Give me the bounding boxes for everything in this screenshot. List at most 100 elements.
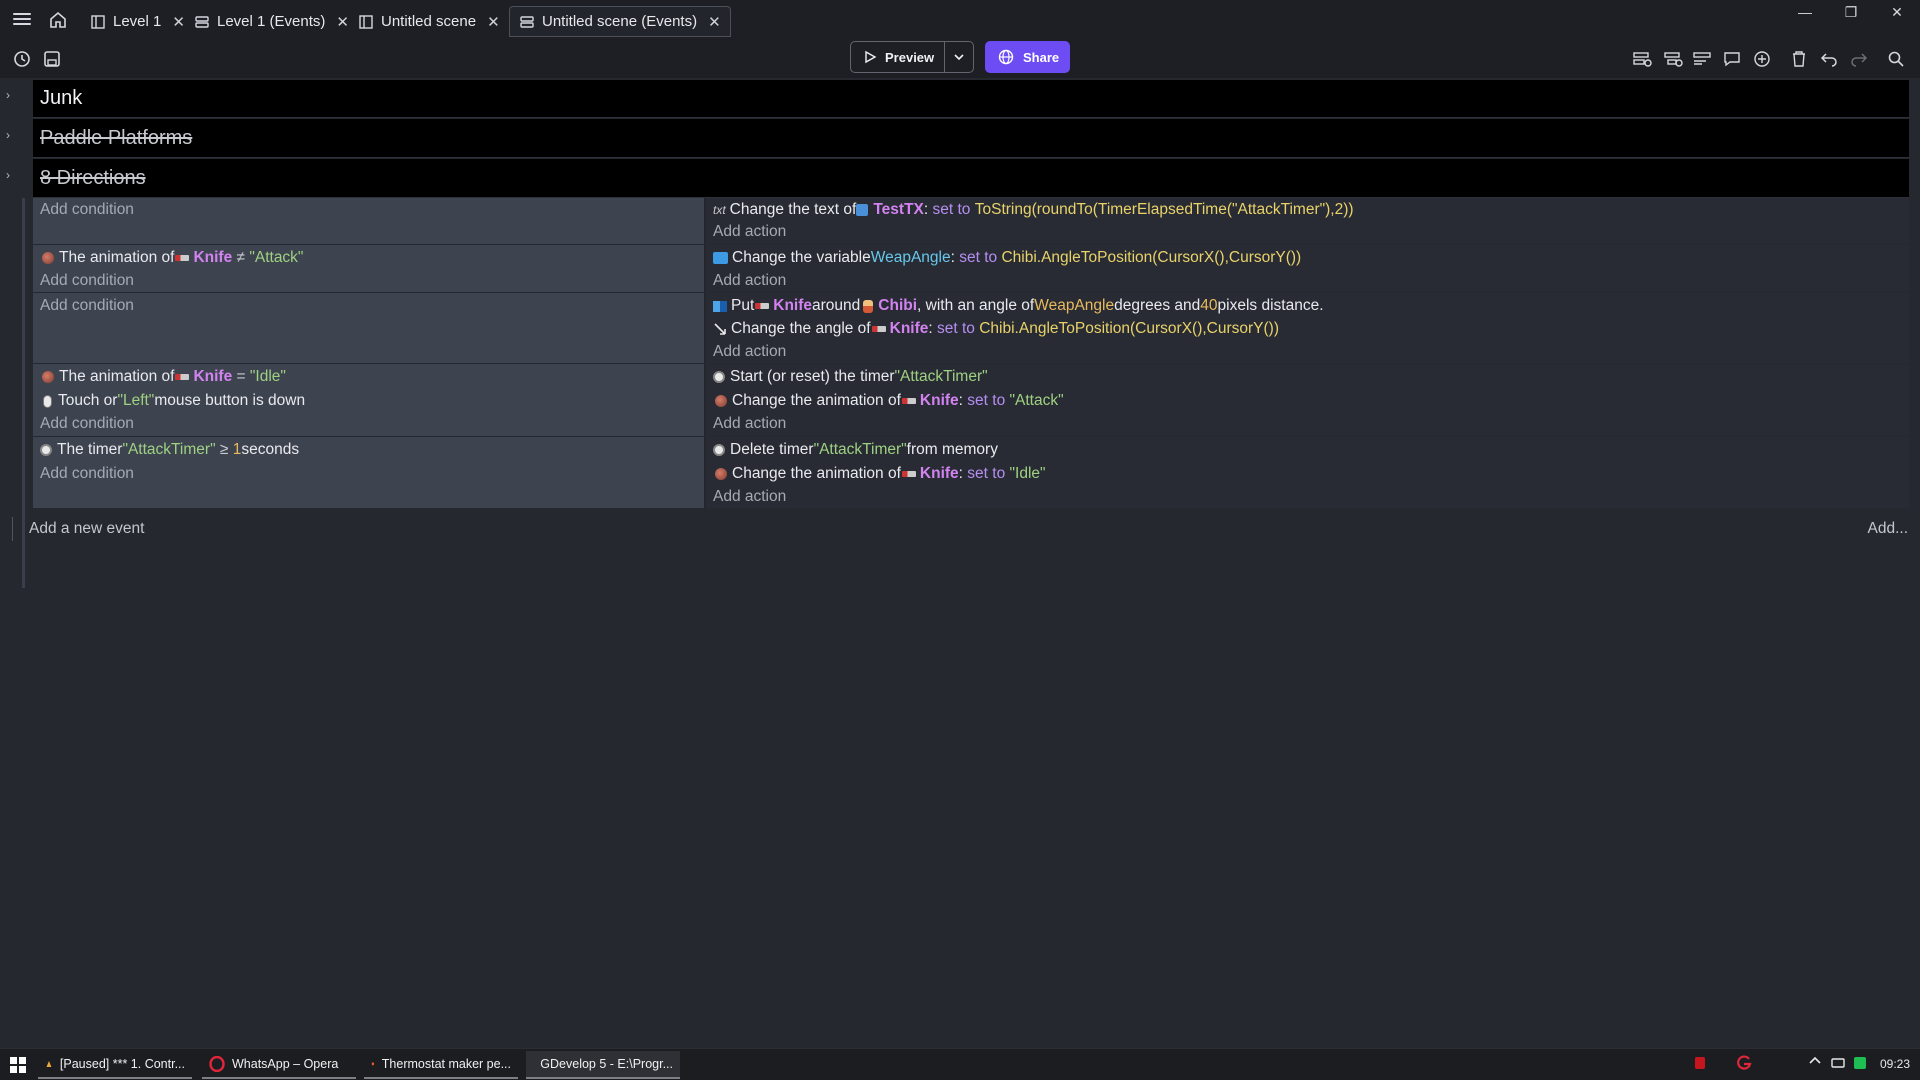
- search-icon[interactable]: [1884, 47, 1908, 71]
- chevron-right-icon[interactable]: ›: [6, 168, 18, 182]
- taskbar-item-gdevelop[interactable]: GDevelop 5 - E:\Progr...: [526, 1051, 680, 1079]
- close-icon[interactable]: ✕: [487, 13, 500, 31]
- windows-start-icon[interactable]: [10, 1057, 26, 1078]
- tab-untitled-scene[interactable]: Untitled scene ✕: [348, 6, 510, 37]
- add-condition-link[interactable]: Add condition: [40, 463, 134, 485]
- tray-gdevelop-icon[interactable]: [1736, 1055, 1752, 1074]
- tab-level-1-events[interactable]: Level 1 (Events) ✕: [184, 6, 359, 37]
- add-circle-icon[interactable]: [1750, 47, 1774, 71]
- group-title: Junk: [40, 87, 83, 109]
- conditions-column: The timer "AttackTimer" ≥ 1 seconds Add …: [33, 437, 706, 508]
- action-change-animation-idle[interactable]: Change the animation of Knife : set to "…: [713, 463, 1046, 485]
- knife-sprite-icon: [871, 326, 886, 332]
- close-icon[interactable]: ✕: [708, 13, 721, 31]
- add-condition-link[interactable]: Add condition: [40, 295, 134, 317]
- preview-label: Preview: [885, 49, 935, 65]
- event-row-2[interactable]: The animation of Knife ≠ "Attack" Add co…: [33, 245, 1909, 292]
- chevron-right-icon[interactable]: ›: [6, 88, 18, 102]
- save-icon[interactable]: [40, 47, 64, 71]
- action-change-variable[interactable]: Change the variable WeapAngle : set to C…: [713, 247, 1301, 269]
- restore-icon[interactable]: ❐: [1828, 0, 1874, 24]
- tray-antivirus-icon[interactable]: [1692, 1055, 1708, 1074]
- tray-battery-icon[interactable]: [1852, 1055, 1868, 1074]
- action-change-animation-attack[interactable]: Change the animation of Knife : set to "…: [713, 390, 1064, 412]
- tab-untitled-scene-events[interactable]: Untitled scene (Events) ✕: [509, 6, 731, 37]
- taskbar-item-opera[interactable]: WhatsApp – Opera: [202, 1051, 356, 1079]
- text-object-icon: [856, 204, 869, 216]
- minimize-icon[interactable]: —: [1782, 0, 1828, 24]
- angle-icon: [714, 323, 726, 335]
- action-start-timer[interactable]: Start (or reset) the timer "AttackTimer": [713, 366, 988, 388]
- condition-timer-elapsed[interactable]: The timer "AttackTimer" ≥ 1 seconds: [40, 439, 299, 461]
- knife-sprite-icon: [901, 398, 916, 404]
- add-condition-link[interactable]: Add condition: [40, 199, 134, 221]
- tab-level-1[interactable]: Level 1 ✕: [80, 6, 195, 37]
- chevron-right-icon[interactable]: ›: [6, 128, 18, 142]
- home-tab-button[interactable]: [44, 6, 72, 34]
- taskbar-clock[interactable]: 09:23: [1880, 1057, 1910, 1071]
- action-change-angle[interactable]: Change the angle of Knife : set to Chibi…: [713, 318, 1279, 340]
- preview-dropdown-button[interactable]: [944, 42, 973, 72]
- text-action-icon: txt: [713, 203, 726, 217]
- add-action-link[interactable]: Add action: [713, 341, 786, 363]
- position-icon: [713, 300, 727, 312]
- redo-icon[interactable]: [1847, 47, 1871, 71]
- hamburger-menu-icon[interactable]: [10, 10, 34, 30]
- animation-icon: [42, 252, 54, 264]
- tab-label: Untitled scene (Events): [542, 13, 698, 30]
- preview-button[interactable]: Preview: [851, 42, 944, 72]
- timer-icon: [40, 444, 52, 456]
- add-action-link[interactable]: Add action: [713, 270, 786, 292]
- taskbar-item-media[interactable]: [Paused] *** 1. Contr...: [38, 1051, 192, 1079]
- chevron-down-icon: [954, 54, 964, 61]
- action-put-around[interactable]: Put Knife around Chibi , with an angle o…: [713, 295, 1324, 317]
- add-group-icon[interactable]: [1690, 47, 1714, 71]
- share-label: Share: [1023, 49, 1060, 65]
- title-bar: Level 1 ✕ Level 1 (Events) ✕ Untitled sc…: [0, 0, 1920, 40]
- mouse-icon: [43, 394, 52, 408]
- tab-label: Untitled scene: [381, 13, 477, 30]
- tray-network-icon[interactable]: [1830, 1055, 1846, 1074]
- conditions-column: The animation of Knife = "Idle" Touch or…: [33, 364, 706, 436]
- events-sheet: › Junk › Paddle Platforms › 8 Directions…: [0, 80, 1920, 1048]
- action-change-text[interactable]: txt Change the text of TestTX : set to T…: [713, 199, 1354, 221]
- history-icon[interactable]: [10, 47, 34, 71]
- conditions-column: Add condition: [33, 293, 706, 363]
- add-subevent-icon[interactable]: [1661, 47, 1685, 71]
- share-button[interactable]: Share: [985, 41, 1070, 73]
- event-row-5[interactable]: The timer "AttackTimer" ≥ 1 seconds Add …: [33, 437, 1909, 508]
- event-group-junk[interactable]: Junk: [33, 80, 1909, 118]
- condition-mouse-down[interactable]: Touch or "Left" mouse button is down: [40, 390, 305, 412]
- animation-icon: [715, 395, 727, 407]
- add-condition-link[interactable]: Add condition: [40, 413, 134, 435]
- condition-animation-idle[interactable]: The animation of Knife = "Idle": [40, 366, 286, 388]
- event-row-4[interactable]: The animation of Knife = "Idle" Touch or…: [33, 364, 1909, 436]
- window-close-icon[interactable]: ✕: [1874, 0, 1920, 24]
- globe-icon: [998, 49, 1014, 65]
- add-action-link[interactable]: Add action: [713, 221, 786, 243]
- play-icon: [865, 50, 877, 64]
- event-group-paddle-platforms[interactable]: Paddle Platforms: [33, 119, 1909, 158]
- home-icon: [50, 11, 66, 28]
- add-new-event-link[interactable]: Add a new event: [29, 520, 144, 538]
- taskbar-item-brave[interactable]: Thermostat maker pe...: [364, 1051, 518, 1079]
- add-action-link[interactable]: Add action: [713, 413, 786, 435]
- undo-icon[interactable]: [1817, 47, 1841, 71]
- event-row-3[interactable]: Add condition Put Knife around Chibi , w…: [33, 293, 1909, 363]
- events-icon: [520, 15, 534, 28]
- windows-taskbar: [Paused] *** 1. Contr... WhatsApp – Oper…: [0, 1048, 1920, 1080]
- action-delete-timer[interactable]: Delete timer "AttackTimer" from memory: [713, 439, 998, 461]
- scene-icon: [91, 14, 105, 29]
- event-group-8-directions[interactable]: 8 Directions: [33, 159, 1909, 198]
- add-condition-link[interactable]: Add condition: [40, 270, 134, 292]
- event-row-1[interactable]: Add condition txt Change the text of Tes…: [33, 198, 1909, 244]
- add-more-link[interactable]: Add...: [1868, 520, 1909, 538]
- timer-icon: [713, 371, 725, 383]
- chevron-up-icon[interactable]: [1808, 1054, 1822, 1071]
- knife-sprite-icon: [175, 255, 190, 261]
- delete-icon[interactable]: [1787, 47, 1811, 71]
- add-event-icon[interactable]: [1630, 47, 1654, 71]
- condition-animation-not-attack[interactable]: The animation of Knife ≠ "Attack": [40, 247, 303, 269]
- add-action-link[interactable]: Add action: [713, 486, 786, 508]
- add-comment-icon[interactable]: [1720, 47, 1744, 71]
